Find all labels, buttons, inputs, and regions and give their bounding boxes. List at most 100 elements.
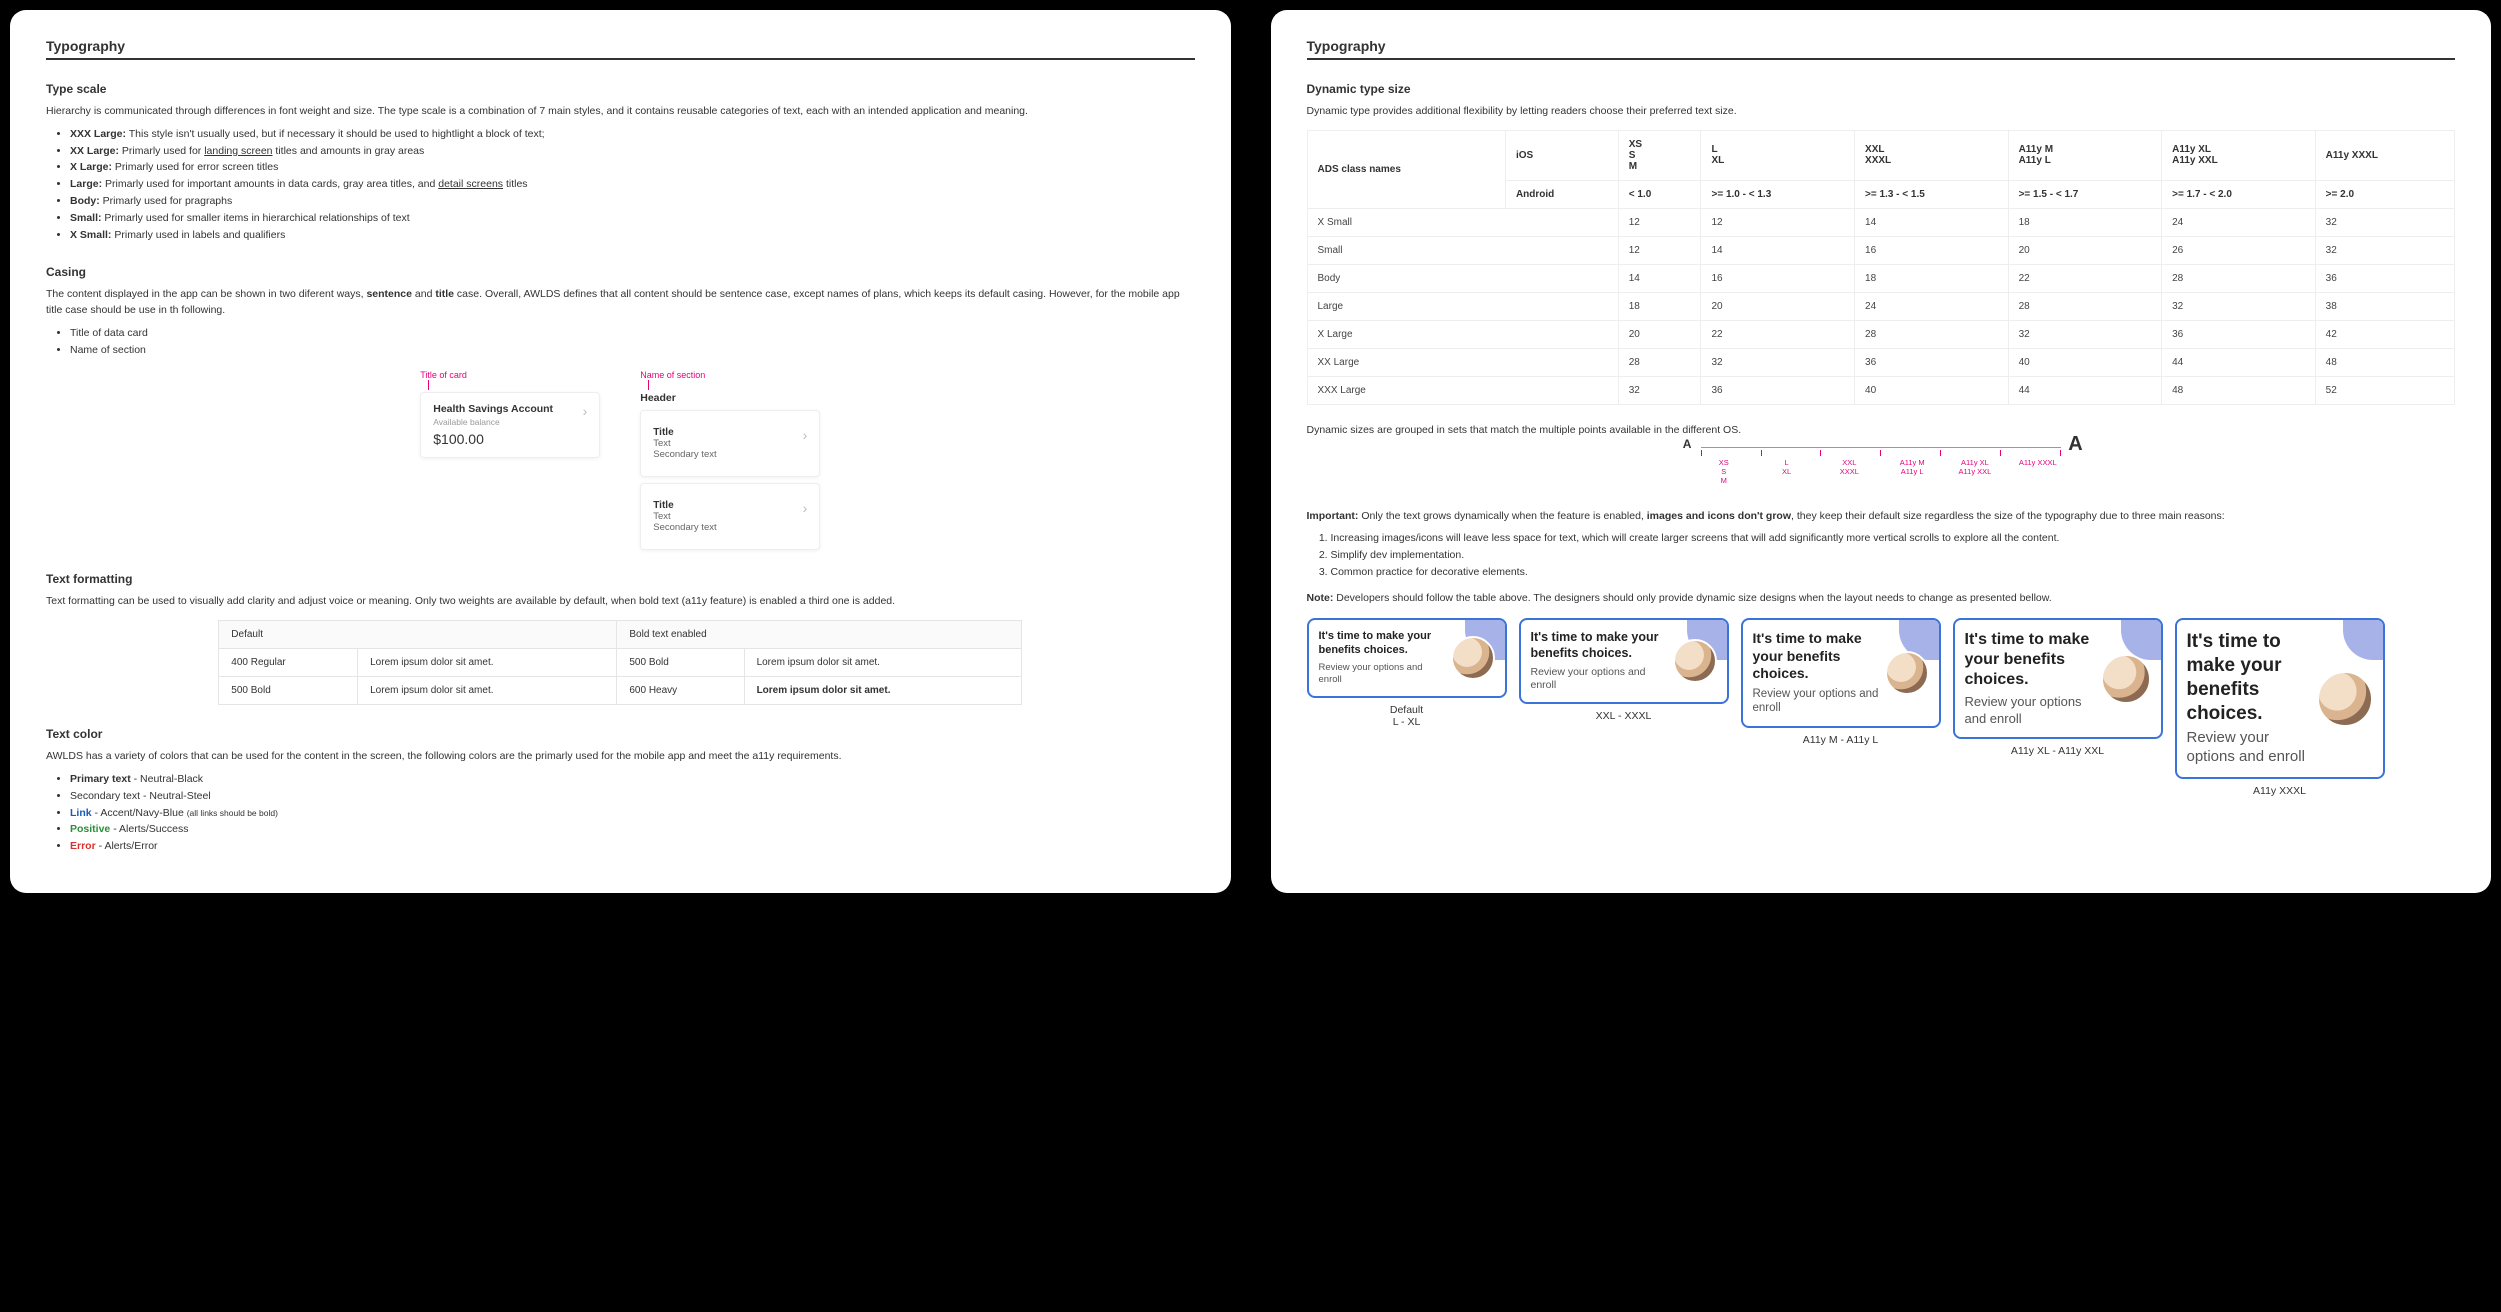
table-row: Body141618222836 xyxy=(1307,264,2455,292)
preview-card: It's time to make your benefits choices.… xyxy=(1953,618,2163,739)
col-header: Default xyxy=(219,621,617,649)
ts-link: landing screen xyxy=(204,145,272,157)
casing-text: The content displayed in the app can be … xyxy=(46,288,366,300)
list-item: Title of data card xyxy=(70,325,1195,342)
card-amount: $100.00 xyxy=(433,431,587,447)
sample-text: Lorem ipsum dolor sit amet. xyxy=(358,649,617,677)
important-bold: images and icons don't grow xyxy=(1647,510,1791,522)
col-header: >= 1.7 - < 2.0 xyxy=(2162,180,2316,208)
table-row: 400 Regular Lorem ipsum dolor sit amet. … xyxy=(219,649,1022,677)
casing-bold: title xyxy=(435,288,454,300)
page-title: Typography xyxy=(46,38,1195,60)
cell-value: 20 xyxy=(2008,236,2162,264)
ts-link: detail screens xyxy=(438,178,503,190)
table-row: X Small121214182432 xyxy=(1307,208,2455,236)
sample-text: Lorem ipsum dolor sit amet. xyxy=(744,649,1022,677)
preview-card: It's time to make your benefits choices.… xyxy=(1307,618,1507,697)
col-header: < 1.0 xyxy=(1618,180,1701,208)
list-card: › Title Text Secondary text xyxy=(640,410,820,477)
color-desc: - Alerts/Error xyxy=(96,840,158,852)
annotation: Title of card xyxy=(420,370,600,390)
ts-text: This style isn't usually used, but if ne… xyxy=(126,128,545,140)
cell-value: 16 xyxy=(1855,236,2009,264)
preview-title: It's time to make your benefits choices. xyxy=(1965,630,2095,690)
tick-label: XSSM xyxy=(1701,458,1747,485)
cell-value: 12 xyxy=(1618,208,1701,236)
preview-label: DefaultL - XL xyxy=(1390,704,1423,728)
ts-label: X Large: xyxy=(70,161,112,173)
row-title: Title xyxy=(653,427,807,438)
colors-list: Primary text - Neutral-Black Secondary t… xyxy=(70,771,1195,855)
preview-card: It's time to make your benefits choices.… xyxy=(2175,618,2385,779)
col-header: A11y XLA11y XXL xyxy=(2162,130,2316,180)
row-title: Title xyxy=(653,500,807,511)
preview-label: A11y XXXL xyxy=(2253,785,2306,797)
casing-list: Title of data card Name of section xyxy=(70,325,1195,359)
preview-card: It's time to make your benefits choices.… xyxy=(1741,618,1941,727)
col-header: LXL xyxy=(1701,130,1855,180)
tick-label: A11y XLA11y XXL xyxy=(1952,458,1998,485)
list-item: Increasing images/icons will leave less … xyxy=(1331,530,2456,547)
col-header: >= 1.5 - < 1.7 xyxy=(2008,180,2162,208)
preview-label: A11y M - A11y L xyxy=(1803,734,1878,746)
table-row: Large182024283238 xyxy=(1307,292,2455,320)
cell-value: 32 xyxy=(2315,208,2454,236)
ts-label: Large: xyxy=(70,178,102,190)
chevron-right-icon: › xyxy=(803,500,808,516)
ts-text: Primarly used in labels and qualifiers xyxy=(111,229,285,241)
cell-value: 52 xyxy=(2315,376,2454,404)
cell-value: 36 xyxy=(1701,376,1855,404)
ts-label: Small: xyxy=(70,212,102,224)
cell-value: 32 xyxy=(2315,236,2454,264)
color-desc: - Alerts/Success xyxy=(110,823,188,835)
ts-label: XXX Large: xyxy=(70,128,126,140)
section-header: Header xyxy=(640,392,820,404)
cell-value: 32 xyxy=(1701,348,1855,376)
cell-value: 18 xyxy=(1618,292,1701,320)
weight-label: 400 Regular xyxy=(219,649,358,677)
color-name: Primary text xyxy=(70,773,131,785)
ts-label: XX Large: xyxy=(70,145,119,157)
cell-value: 18 xyxy=(2008,208,2162,236)
preview-label: XXL - XXXL xyxy=(1596,710,1652,722)
avatar-icon xyxy=(1885,651,1929,695)
preview-title: It's time to make your benefits choices. xyxy=(1531,630,1667,661)
card-subtitle: Available balance xyxy=(433,417,587,427)
cell-value: 20 xyxy=(1701,292,1855,320)
corner-label: ADS class names xyxy=(1307,130,1505,208)
data-card: › Health Savings Account Available balan… xyxy=(420,392,600,458)
cell-value: 38 xyxy=(2315,292,2454,320)
preview-sub: Review your options and enroll xyxy=(2187,729,2311,767)
row-name: XXX Large xyxy=(1307,376,1618,404)
casing-text: and xyxy=(412,288,435,300)
size-slider-graphic: A A XSSMLXLXXLXXXLA11y MA11y LA11y XLA11… xyxy=(1307,447,2456,485)
letter-a-large-icon: A xyxy=(2068,433,2082,456)
col-header: >= 1.0 - < 1.3 xyxy=(1701,180,1855,208)
preview-title: It's time to make your benefits choices. xyxy=(2187,630,2311,725)
typescale-list: XXX Large: This style isn't usually used… xyxy=(70,126,1195,244)
weight-label: 500 Bold xyxy=(219,677,358,705)
preview-label: A11y XL - A11y XXL xyxy=(2011,745,2104,757)
casing-bold: sentence xyxy=(366,288,412,300)
cell-value: 22 xyxy=(2008,264,2162,292)
cell-value: 14 xyxy=(1701,236,1855,264)
tick-label: XXLXXXL xyxy=(1826,458,1872,485)
cell-value: 36 xyxy=(1855,348,2009,376)
cell-value: 14 xyxy=(1855,208,2009,236)
color-name: Positive xyxy=(70,823,110,835)
preview-title: It's time to make your benefits choices. xyxy=(1319,630,1445,658)
ts-label: X Small: xyxy=(70,229,111,241)
formatting-intro: Text formatting can be used to visually … xyxy=(46,594,1195,610)
cell-value: 40 xyxy=(1855,376,2009,404)
color-note: (all links should be bold) xyxy=(187,808,278,818)
table-row: 500 Bold Lorem ipsum dolor sit amet. 600… xyxy=(219,677,1022,705)
chevron-right-icon: › xyxy=(803,427,808,443)
note-text: Developers should follow the table above… xyxy=(1333,592,2051,604)
tick-label: A11y XXXL xyxy=(2015,458,2061,485)
row-name: XX Large xyxy=(1307,348,1618,376)
page-left: Typography Type scale Hierarchy is commu… xyxy=(10,10,1231,893)
ts-text: titles and amounts in gray areas xyxy=(273,145,425,157)
reasons-list: Increasing images/icons will leave less … xyxy=(1331,530,2456,580)
cell-value: 36 xyxy=(2162,320,2316,348)
cell-value: 36 xyxy=(2315,264,2454,292)
